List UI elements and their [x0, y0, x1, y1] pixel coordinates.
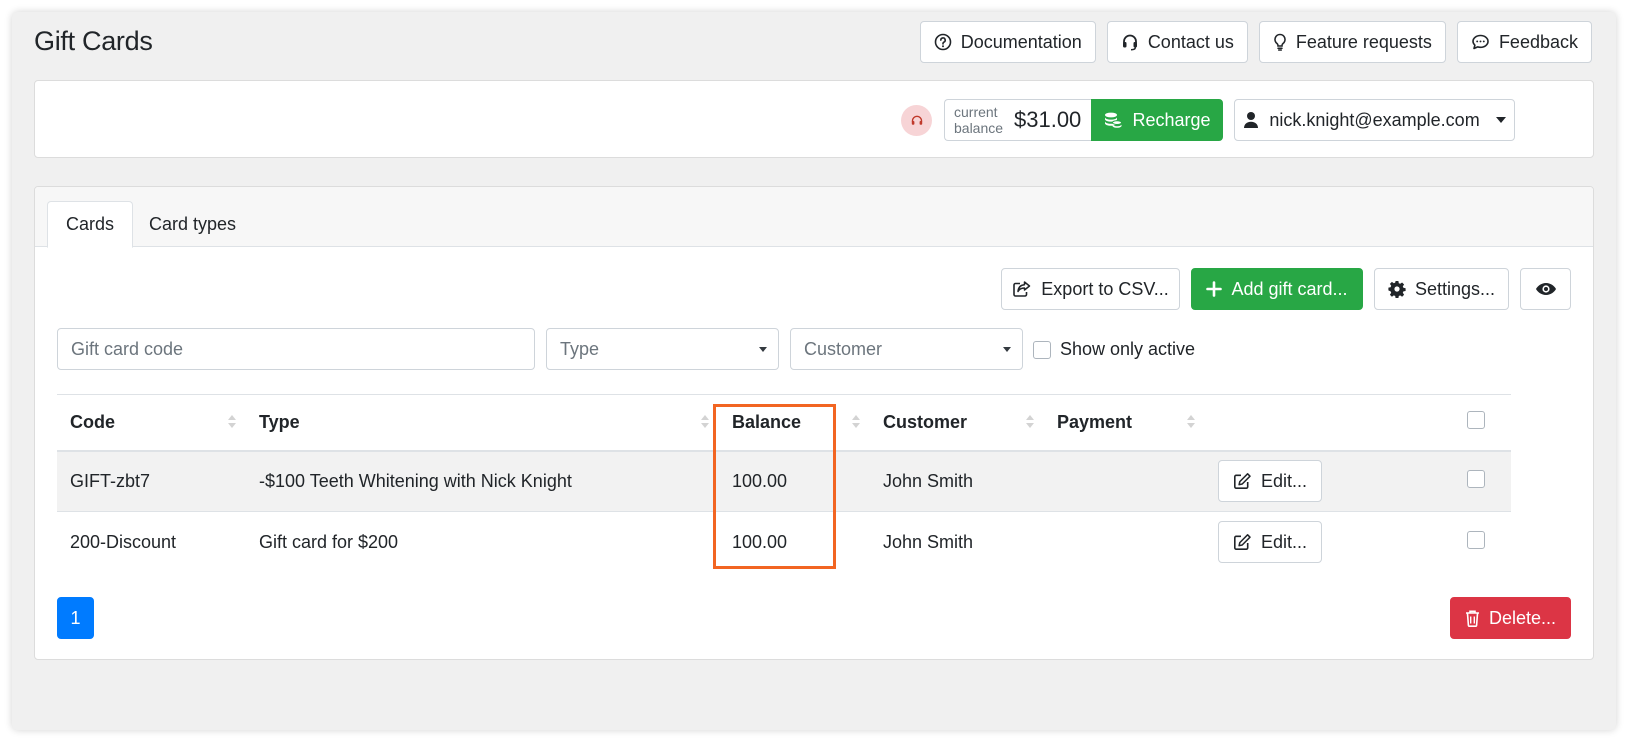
feature-requests-label: Feature requests	[1295, 31, 1432, 52]
headset-icon	[1122, 34, 1137, 51]
column-header-customer[interactable]: Customer	[870, 394, 1044, 452]
edit-button[interactable]: Edit...	[1218, 460, 1323, 503]
cell-select	[1420, 511, 1511, 573]
show-only-active-checkbox[interactable]	[1033, 340, 1051, 359]
delete-button[interactable]: Delete...	[1450, 597, 1571, 639]
cell-type: Gift card for $200	[246, 511, 719, 573]
balance-value: $31.00	[1014, 107, 1082, 132]
tabs-bar: Cards Card types	[35, 187, 1593, 248]
gear-icon	[1388, 281, 1406, 298]
feedback-label: Feedback	[1498, 31, 1578, 52]
app-frame: Gift Cards Documentation Contact us Feat…	[12, 12, 1616, 730]
eye-icon	[1535, 283, 1556, 295]
export-csv-button[interactable]: Export to CSV...	[1001, 268, 1180, 310]
chevron-down-icon	[1003, 347, 1011, 352]
trash-icon	[1465, 610, 1479, 627]
pagination-page-button[interactable]: 1	[57, 597, 94, 639]
gift-card-code-input[interactable]: Gift card code	[57, 328, 535, 370]
column-header-payment[interactable]: Payment	[1044, 394, 1205, 452]
cell-actions: Edit...	[1205, 450, 1420, 512]
tab-cards-label: Cards	[66, 214, 115, 234]
feedback-button[interactable]: Feedback	[1456, 21, 1592, 63]
chevron-down-icon	[1495, 117, 1506, 123]
documentation-button[interactable]: Documentation	[919, 21, 1096, 63]
show-only-active-label: Show only active	[1060, 339, 1196, 359]
sort-icon	[701, 415, 709, 428]
settings-label: Settings...	[1414, 278, 1496, 299]
tab-cards[interactable]: Cards	[47, 201, 134, 248]
contact-us-label: Contact us	[1147, 31, 1234, 52]
share-square-icon	[1013, 281, 1031, 297]
documentation-label: Documentation	[960, 31, 1082, 52]
settings-button[interactable]: Settings...	[1374, 268, 1509, 310]
sort-icon	[1026, 415, 1034, 428]
plus-icon	[1206, 281, 1223, 297]
sort-icon	[1187, 415, 1195, 428]
show-only-active-toggle[interactable]: Show only active	[1033, 339, 1195, 360]
add-gift-card-label: Add gift card...	[1231, 278, 1348, 299]
edit-label: Edit...	[1261, 531, 1308, 552]
cell-type: -$100 Teeth Whitening with Nick Knight	[246, 450, 719, 512]
top-links: Documentation Contact us Feature request…	[919, 21, 1592, 63]
gift-cards-table: Code Type Balance Customer Payment GIFT-…	[57, 394, 1511, 573]
current-balance: current balance $31.00	[944, 99, 1091, 141]
user-menu-button[interactable]: nick.knight@example.com	[1234, 99, 1515, 141]
cell-select	[1420, 450, 1511, 512]
table-header-row: Code Type Balance Customer Payment	[57, 394, 1511, 452]
tab-card-types-label: Card types	[149, 213, 237, 234]
customer-select[interactable]: Customer	[790, 328, 1023, 370]
balance-label: current balance	[954, 104, 1004, 136]
user-icon	[1244, 112, 1259, 128]
type-select-value: Type	[560, 338, 600, 359]
select-all-checkbox[interactable]	[1467, 410, 1485, 429]
table-row: GIFT-zbt7 -$100 Teeth Whitening with Nic…	[57, 450, 1511, 512]
column-header-actions	[1205, 394, 1420, 452]
cell-balance: 100.00	[719, 450, 870, 512]
column-visibility-button[interactable]	[1520, 268, 1571, 310]
column-header-type[interactable]: Type	[246, 394, 719, 452]
edit-icon	[1234, 473, 1251, 490]
edit-button[interactable]: Edit...	[1218, 521, 1323, 564]
cell-balance: 100.00	[719, 511, 870, 573]
account-bar: current balance $31.00 Recharge nick.kni…	[34, 80, 1594, 158]
cell-code: GIFT-zbt7	[57, 450, 246, 512]
question-circle-icon	[934, 33, 952, 51]
cell-payment	[1044, 450, 1205, 512]
cell-payment	[1044, 511, 1205, 573]
recharge-label: Recharge	[1132, 109, 1211, 130]
delete-label: Delete...	[1488, 607, 1557, 628]
coins-icon	[1105, 112, 1123, 128]
gift-card-code-placeholder: Gift card code	[71, 338, 184, 359]
chevron-down-icon	[759, 347, 767, 352]
cards-toolbar: Export to CSV... Add gift card... Settin…	[1001, 268, 1571, 310]
row-checkbox[interactable]	[1467, 530, 1485, 549]
support-status-icon[interactable]	[901, 105, 932, 136]
column-header-select-all	[1420, 394, 1511, 452]
edit-label: Edit...	[1261, 470, 1308, 491]
column-header-balance[interactable]: Balance	[719, 394, 870, 452]
recharge-button[interactable]: Recharge	[1091, 99, 1223, 141]
sort-icon	[852, 415, 860, 428]
cell-actions: Edit...	[1205, 511, 1420, 573]
lightbulb-icon	[1274, 33, 1286, 51]
export-csv-label: Export to CSV...	[1041, 278, 1169, 299]
row-checkbox[interactable]	[1467, 469, 1485, 488]
tab-card-types[interactable]: Card types	[131, 201, 254, 247]
cell-code: 200-Discount	[57, 511, 246, 573]
table-row: 200-Discount Gift card for $200 100.00 J…	[57, 511, 1511, 573]
add-gift-card-button[interactable]: Add gift card...	[1191, 268, 1363, 310]
comment-icon	[1472, 34, 1489, 50]
user-email: nick.knight@example.com	[1269, 109, 1480, 130]
customer-select-value: Customer	[804, 338, 883, 359]
type-select[interactable]: Type	[546, 328, 779, 370]
contact-us-button[interactable]: Contact us	[1106, 21, 1248, 63]
cell-customer: John Smith	[870, 450, 1044, 512]
cell-customer: John Smith	[870, 511, 1044, 573]
edit-icon	[1234, 534, 1251, 551]
page-title: Gift Cards	[34, 26, 153, 56]
sort-icon	[228, 415, 236, 428]
cards-panel: Cards Card types Export to CSV... Add gi…	[34, 186, 1594, 660]
column-header-code[interactable]: Code	[57, 394, 246, 452]
feature-requests-button[interactable]: Feature requests	[1258, 21, 1446, 63]
